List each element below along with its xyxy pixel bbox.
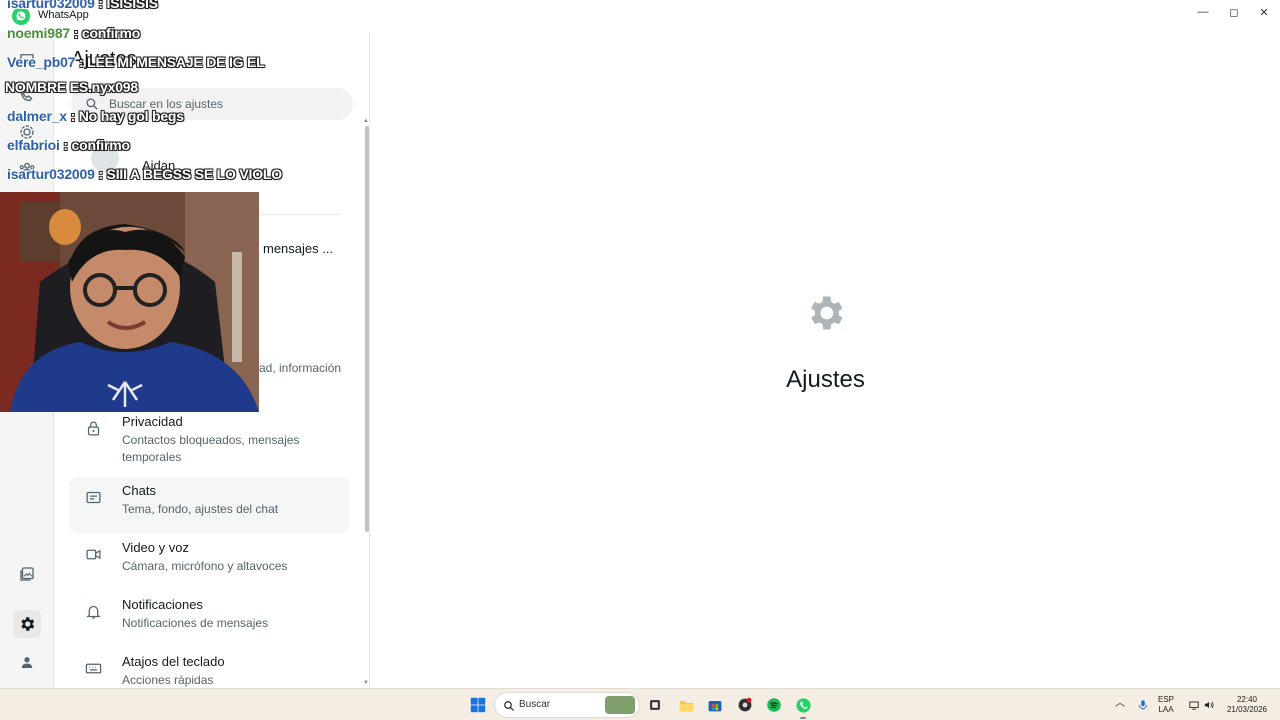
gear-icon bbox=[811, 296, 843, 330]
menu-item-label: Notificaciones bbox=[122, 597, 203, 612]
menu-item-desc: Notificaciones de mensajes bbox=[122, 616, 269, 630]
chat-message: : ISISISIS bbox=[98, 0, 158, 11]
menu-item-notificaciones[interactable]: Notificaciones Notificaciones de mensaje… bbox=[69, 591, 349, 647]
search-highlight-icon bbox=[605, 696, 635, 714]
chat-line: dalmer_x : No hay gol begs bbox=[7, 108, 184, 124]
clock-date: 21/03/2026 bbox=[1226, 705, 1268, 714]
chat-username: isartur032009 bbox=[7, 166, 95, 182]
chat-message: : confirmo bbox=[63, 137, 130, 153]
lock-icon bbox=[83, 418, 103, 438]
scroll-up-arrow[interactable]: ▲ bbox=[363, 118, 369, 124]
spotify-icon[interactable] bbox=[764, 695, 784, 715]
menu-item-privacidad[interactable]: Privacidad Contactos bloqueados, mensaje… bbox=[69, 408, 349, 464]
taskbar-search[interactable]: Buscar bbox=[494, 692, 640, 718]
maximize-button[interactable]: ◻ bbox=[1218, 0, 1250, 24]
volume-icon[interactable] bbox=[1199, 695, 1219, 715]
menu-item-label: Privacidad bbox=[122, 414, 183, 429]
chat-line: isartur032009 : SIII A BEGSS SE LO VIOLO bbox=[7, 166, 282, 182]
profile-icon[interactable] bbox=[13, 648, 41, 676]
chat-line: elfabrioi : confirmo bbox=[7, 137, 130, 153]
chat-message: : confirmo bbox=[73, 25, 141, 41]
chat-username: dalmer_x bbox=[7, 108, 67, 124]
obs-icon[interactable] bbox=[735, 695, 755, 715]
menu-item-atajos[interactable]: Atajos del teclado Acciones rápidas bbox=[69, 648, 349, 688]
chat-overlay: isartur032009 : ISISISIS noemi987 : conf… bbox=[0, 0, 330, 190]
chat-line: noemi987 : confirmo bbox=[7, 25, 140, 41]
chat-icon bbox=[83, 487, 103, 507]
chat-message: : No hay gol begs bbox=[70, 108, 184, 124]
chat-username: Vere_pb07 bbox=[7, 54, 76, 70]
settings-icon[interactable] bbox=[13, 610, 41, 638]
menu-item-desc: Acciones rápidas bbox=[122, 673, 214, 687]
file-explorer-icon[interactable] bbox=[676, 695, 696, 715]
scrollbar-thumb[interactable] bbox=[365, 126, 369, 532]
close-button[interactable]: ✕ bbox=[1248, 0, 1280, 24]
taskbar: Buscar ︿ ESP LAA 22:40 21/03/2026 bbox=[0, 688, 1280, 720]
chat-line: Vere_pb07 : LEE MI MENSAJE DE IG EL bbox=[7, 54, 265, 70]
language-code: ESP bbox=[1158, 695, 1175, 704]
keyboard-layout: LAA bbox=[1158, 705, 1174, 714]
menu-item-chats[interactable]: Chats Tema, fondo, ajustes del chat bbox=[69, 477, 349, 533]
store-icon[interactable] bbox=[705, 695, 725, 715]
chat-message: : LEE MI MENSAJE DE IG EL bbox=[78, 54, 265, 70]
menu-item-video-voz[interactable]: Video y voz Cámara, micrófono y altavoce… bbox=[69, 534, 349, 590]
menu-item-desc: Cámara, micrófono y altavoces bbox=[122, 559, 288, 573]
scroll-down-arrow[interactable]: ▼ bbox=[363, 680, 369, 686]
chevron-up-icon[interactable]: ︿ bbox=[1115, 699, 1125, 709]
chat-line: isartur032009 : ISISISIS bbox=[7, 0, 158, 11]
whatsapp-taskbar-icon[interactable] bbox=[793, 695, 813, 715]
menu-item-desc: Contactos bloqueados, mensajes temporale… bbox=[122, 433, 300, 464]
taskbar-search-label: Buscar bbox=[519, 699, 551, 710]
start-button-icon[interactable] bbox=[468, 695, 488, 715]
chat-username: elfabrioi bbox=[7, 137, 60, 153]
chat-username: noemi987 bbox=[7, 25, 70, 41]
menu-item-label: Chats bbox=[122, 483, 156, 498]
active-app-indicator bbox=[800, 717, 806, 719]
menu-item-label: Video y voz bbox=[122, 540, 189, 555]
menu-item-desc: Tema, fondo, ajustes del chat bbox=[122, 502, 279, 516]
media-icon[interactable] bbox=[13, 560, 41, 588]
language-indicator[interactable]: ESP LAA bbox=[1158, 695, 1174, 715]
clock-time: 22:40 bbox=[1236, 695, 1258, 704]
search-icon bbox=[504, 701, 514, 711]
task-view-icon[interactable] bbox=[645, 695, 665, 715]
clock[interactable]: 22:40 21/03/2026 bbox=[1222, 695, 1272, 715]
bell-icon bbox=[83, 601, 103, 621]
chat-message: : SIII A BEGSS SE LO VIOLO bbox=[98, 166, 282, 182]
chat-line: NOMBRE ES.nyx098 bbox=[5, 79, 138, 95]
main-area: Ajustes bbox=[371, 32, 1280, 688]
minimize-button[interactable]: — bbox=[1187, 0, 1219, 24]
webcam-overlay bbox=[0, 192, 259, 412]
microphone-icon[interactable] bbox=[1133, 695, 1153, 715]
account-item-partial: mensajes ... bbox=[263, 241, 334, 256]
main-title: Ajustes bbox=[786, 366, 865, 393]
chat-message: NOMBRE ES.nyx098 bbox=[5, 79, 138, 95]
video-icon bbox=[83, 544, 103, 564]
chat-username: isartur032009 bbox=[7, 0, 95, 11]
account-desc-partial: ad, información bbox=[259, 361, 342, 375]
menu-item-label: Atajos del teclado bbox=[122, 654, 225, 669]
keyboard-icon bbox=[83, 658, 103, 678]
